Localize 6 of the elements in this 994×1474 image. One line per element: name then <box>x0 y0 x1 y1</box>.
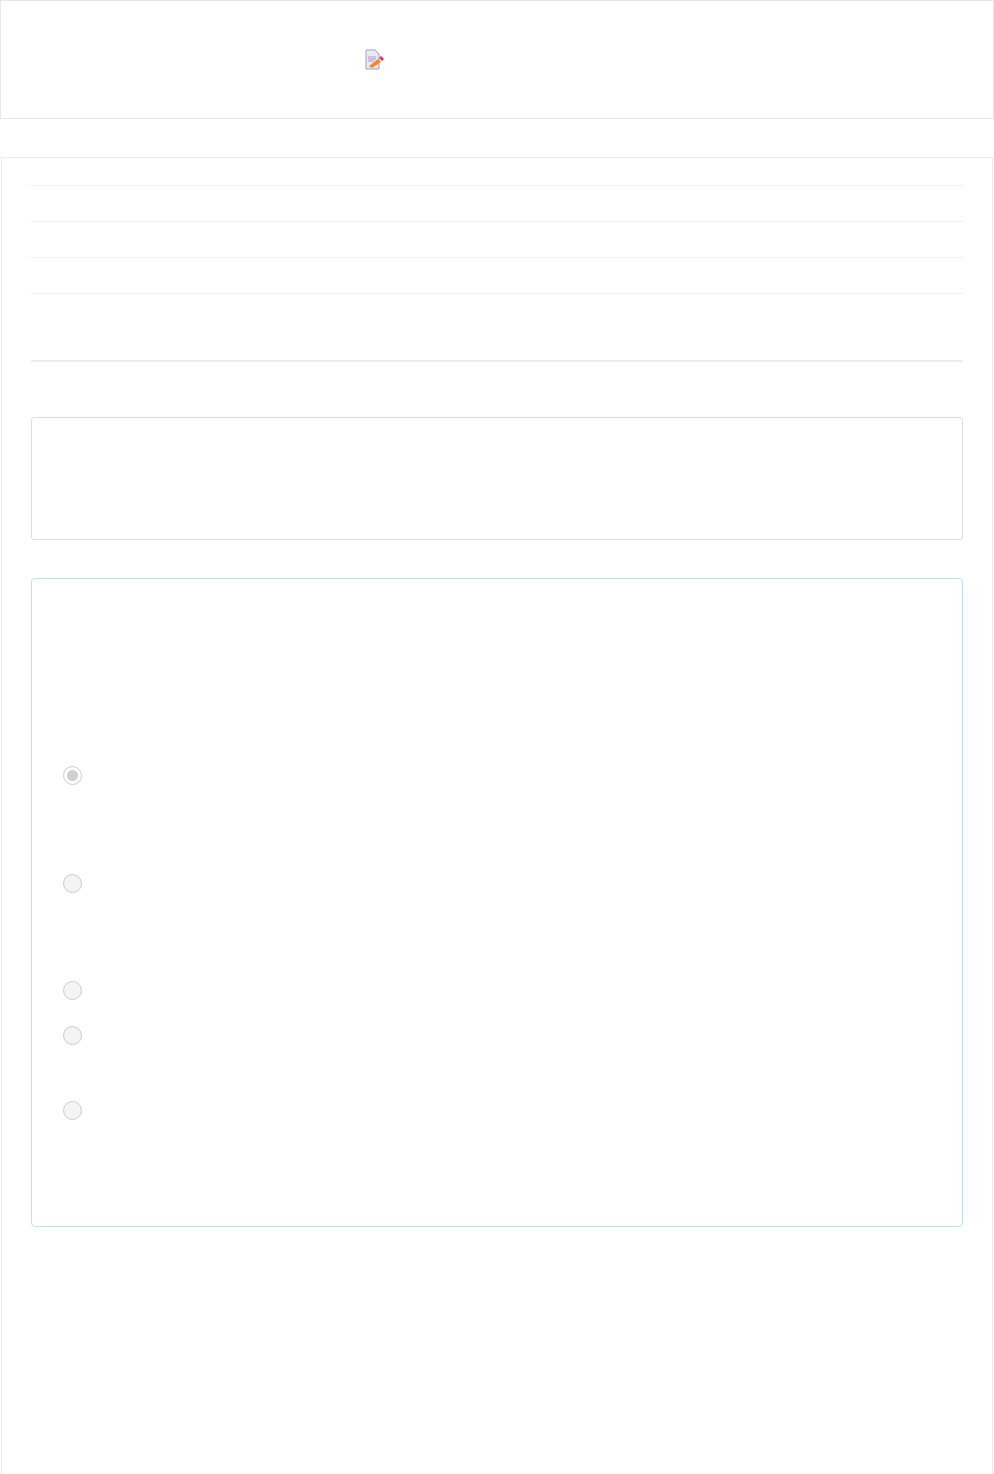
radio-button[interactable] <box>63 981 82 1000</box>
radio-button[interactable] <box>63 1101 82 1120</box>
radio-button[interactable] <box>63 1026 82 1045</box>
edit-document-icon <box>364 49 385 70</box>
radio-button[interactable] <box>63 874 82 893</box>
radio-button[interactable] <box>63 766 82 785</box>
